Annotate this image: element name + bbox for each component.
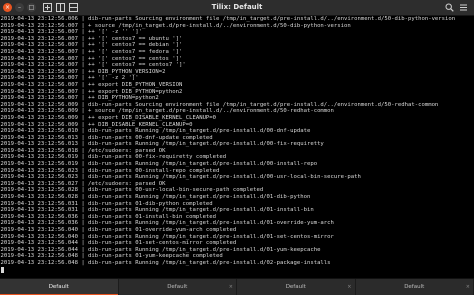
terminal-line: 2019-04-13 23:12:56.009 | ++ DIB_DISABLE… — [0, 122, 474, 129]
tab-label: Default — [49, 284, 69, 290]
terminal-line: 2019-04-13 23:12:56.009 | + source /tmp/… — [0, 108, 474, 115]
terminal-line: 2019-04-13 23:12:56.007 | + source /tmp/… — [0, 23, 474, 30]
terminal-cursor — [1, 267, 4, 273]
terminal-line: 2019-04-13 23:12:56.028 | dib-run-parts … — [0, 194, 474, 201]
terminal-line: 2019-04-13 23:12:56.007 | ++ export DIB_… — [0, 82, 474, 89]
terminal-line: 2019-04-13 23:12:56.007 | ++ '[' centos7… — [0, 62, 474, 69]
terminal-line: 2019-04-13 23:12:56.036 | dib-run-parts … — [0, 220, 474, 227]
tab-close-icon[interactable]: × — [347, 284, 351, 290]
tab-default-3[interactable]: Default × — [237, 279, 356, 295]
terminal-line: 2019-04-13 23:12:56.007 | ++ DIB_PYTHON_… — [0, 69, 474, 76]
terminal-line: 2019-04-13 23:12:56.010 | dib-run-parts … — [0, 128, 474, 135]
terminal-line: 2019-04-13 23:12:56.031 | dib-run-parts … — [0, 207, 474, 214]
terminal-line: 2019-04-13 23:12:56.023 | dib-run-parts … — [0, 174, 474, 181]
tab-default-1[interactable]: Default× — [0, 279, 119, 295]
plus-square-icon[interactable] — [42, 2, 53, 13]
terminal-line: 2019-04-13 23:12:56.006 | dib-run-parts … — [0, 16, 474, 23]
terminal-line: 2019-04-13 23:12:56.013 | dib-run-parts … — [0, 141, 474, 148]
terminal-line: 2019-04-13 23:12:56.007 | ++ '[' -z '' '… — [0, 29, 474, 36]
split-horizontal-icon[interactable] — [55, 2, 66, 13]
terminal-line: 2019-04-13 23:12:56.018 | /etc/sudoers: … — [0, 148, 474, 155]
tab-bar: Default×Default×Default×Default× — [0, 278, 474, 295]
terminal-line: 2019-04-13 23:12:56.007 | ++ '[' centos7… — [0, 56, 474, 63]
tab-default-2[interactable]: Default × — [119, 279, 238, 295]
terminal-line: 2019-04-13 23:12:56.028 | dib-run-parts … — [0, 187, 474, 194]
terminal-line: 2019-04-13 23:12:56.007 | ++ '[' centos7… — [0, 49, 474, 56]
terminal-line: 2019-04-13 23:12:56.023 | dib-run-parts … — [0, 168, 474, 175]
hamburger-menu-icon[interactable] — [458, 2, 469, 13]
terminal-line: 2019-04-13 23:12:56.040 | dib-run-parts … — [0, 234, 474, 241]
terminal-line: 2019-04-13 23:12:56.048 | dib-run-parts … — [0, 260, 474, 267]
tab-label: Default — [404, 284, 424, 290]
split-vertical-icon[interactable] — [68, 2, 79, 13]
close-icon[interactable]: × — [3, 3, 12, 12]
terminal-line: 2019-04-13 23:12:56.019 | dib-run-parts … — [0, 161, 474, 168]
tab-close-icon[interactable]: × — [229, 284, 233, 290]
terminal-line: 2019-04-13 23:12:56.007 | ++ '[' centos7… — [0, 36, 474, 43]
terminal-line: 2019-04-13 23:12:56.040 | dib-run-parts … — [0, 227, 474, 234]
terminal-line: 2019-04-13 23:12:56.007 | ++ '[' -z 2 ']… — [0, 75, 474, 82]
terminal-line: 2019-04-13 23:12:56.007 | ++ export DIB_… — [0, 89, 474, 96]
minimize-icon[interactable]: – — [15, 3, 24, 12]
tab-default-4[interactable]: Default × — [356, 279, 474, 295]
terminal-line: 2019-04-13 23:12:56.031 | dib-run-parts … — [0, 201, 474, 208]
terminal-line: 2019-04-13 23:12:56.044 | dib-run-parts … — [0, 240, 474, 247]
terminal-line: 2019-04-13 23:12:56.013 | dib-run-parts … — [0, 135, 474, 142]
terminal-line: 2019-04-13 23:12:56.048 | dib-run-parts … — [0, 253, 474, 260]
terminal-line: 2019-04-13 23:12:56.007 | ++ DIB_PYTHON=… — [0, 95, 474, 102]
terminal-line: 2019-04-13 23:12:56.044 | dib-run-parts … — [0, 247, 474, 254]
maximize-icon[interactable]: □ — [27, 3, 36, 12]
terminal-line: 2019-04-13 23:12:56.007 | ++ '[' centos7… — [0, 42, 474, 49]
tab-label: Default — [286, 284, 306, 290]
search-icon[interactable] — [444, 2, 455, 13]
terminal-line: 2019-04-13 23:12:56.036 | dib-run-parts … — [0, 214, 474, 221]
terminal-line: 2019-04-13 23:12:56.009 | dib-run-parts … — [0, 102, 474, 109]
terminal-line: 2019-04-13 23:12:56.019 | dib-run-parts … — [0, 154, 474, 161]
tab-label: Default — [167, 284, 187, 290]
terminal-line: 2019-04-13 23:12:56.027 | /etc/sudoers: … — [0, 181, 474, 188]
tab-close-icon[interactable]: × — [466, 284, 470, 290]
terminal-output[interactable]: 2019-04-13 23:12:56.006 | dib-run-parts … — [0, 16, 474, 278]
title-bar: × – □ Tilix: Default — [0, 0, 474, 16]
terminal-line: 2019-04-13 23:12:56.009 | ++ export DIB_… — [0, 115, 474, 122]
prompt-line — [0, 267, 474, 274]
